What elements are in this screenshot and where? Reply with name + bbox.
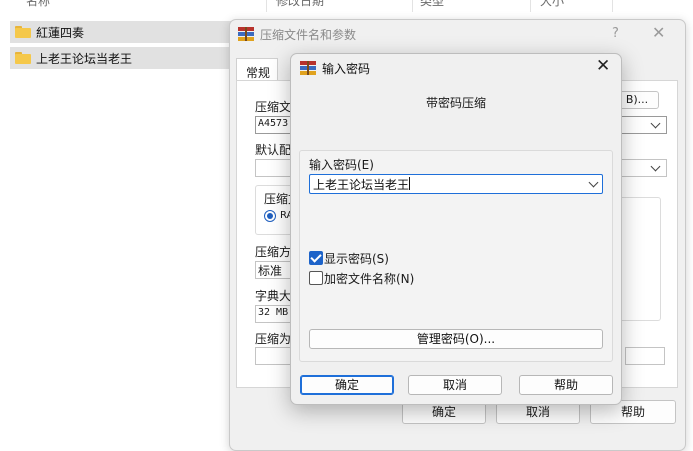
default-profile-label: 默认配 (255, 143, 292, 157)
column-separator[interactable] (412, 0, 413, 12)
split-volumes-label: 压缩为 (255, 332, 292, 346)
dialog-heading: 带密码压缩 (425, 96, 486, 110)
password-field[interactable] (309, 174, 603, 194)
password-label: 输入密码(E) (309, 158, 374, 172)
chevron-down-icon[interactable] (650, 161, 661, 172)
dialog-title: 输入密码 (322, 62, 371, 76)
compression-method-label: 压缩方 (255, 245, 292, 259)
enter-password-dialog: 输入密码 ✕ 带密码压缩 输入密码(E) 显示密码(S) 加密文件名称(N) 管… (290, 53, 622, 405)
chevron-down-icon[interactable] (588, 177, 599, 188)
chevron-down-icon[interactable] (650, 118, 661, 129)
column-header-name[interactable]: 名称 (26, 0, 50, 10)
folder-icon (15, 52, 31, 64)
text-caret (409, 177, 410, 190)
ok-button[interactable]: 确定 (300, 375, 394, 395)
archive-name-value: A4573. (258, 118, 295, 129)
encrypt-filenames-checkbox[interactable] (309, 271, 323, 285)
close-icon[interactable]: ✕ (596, 56, 610, 76)
column-header-type[interactable]: 类型 (420, 0, 444, 10)
winrar-icon (300, 61, 316, 75)
file-name: 上老王论坛当老王 (36, 52, 133, 66)
file-name: 紅蓮四奏 (36, 26, 85, 40)
column-header-date[interactable]: 修改日期 (276, 0, 324, 10)
winrar-icon (238, 27, 254, 41)
encrypt-filenames-label[interactable]: 加密文件名称(N) (324, 270, 414, 287)
options-field[interactable] (625, 347, 665, 365)
archive-name-label: 压缩文 (255, 100, 292, 114)
column-separator[interactable] (612, 0, 613, 12)
folder-icon (15, 26, 31, 38)
rar-radio[interactable] (264, 210, 276, 222)
cancel-button[interactable]: 取消 (408, 375, 502, 395)
close-icon[interactable]: ✕ (652, 23, 665, 42)
dialog-title: 压缩文件名和参数 (260, 28, 357, 42)
tab-label: 常规 (246, 66, 271, 80)
compression-method-value: 标准 (258, 264, 283, 278)
dictionary-size-value: 32 MB (258, 307, 289, 318)
dictionary-size-label: 字典大 (255, 289, 292, 303)
help-icon[interactable]: ? (612, 26, 619, 41)
organize-passwords-button[interactable]: 管理密码(O)... (309, 329, 603, 349)
show-password-checkbox[interactable] (309, 251, 323, 265)
tab-general[interactable]: 常规 (236, 58, 278, 81)
column-header-size[interactable]: 大小 (540, 0, 564, 10)
show-password-label[interactable]: 显示密码(S) (324, 250, 389, 267)
column-separator[interactable] (266, 0, 267, 12)
column-separator[interactable] (530, 0, 531, 12)
password-input[interactable] (313, 175, 583, 193)
help-button[interactable]: 帮助 (519, 375, 613, 395)
